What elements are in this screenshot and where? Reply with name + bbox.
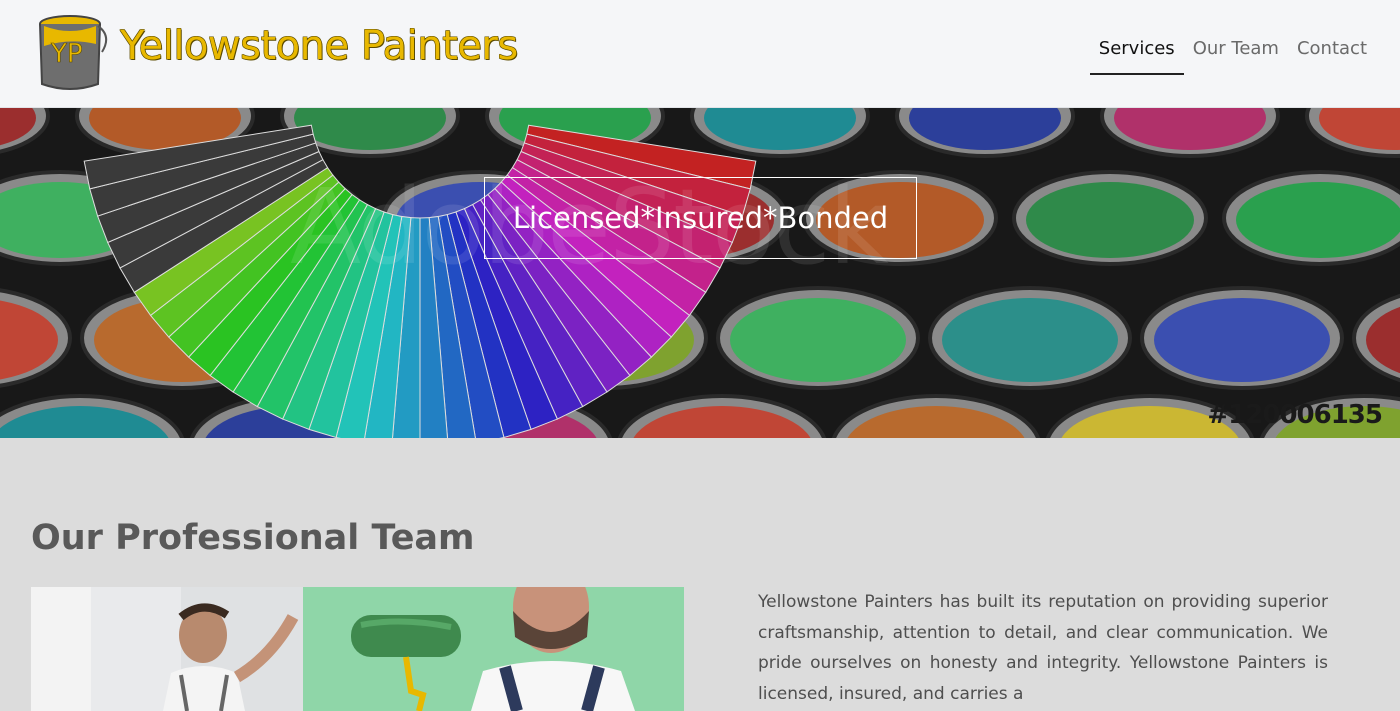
nav-our-team[interactable]: Our Team <box>1184 28 1288 75</box>
painters-photo-image <box>31 587 684 711</box>
brand-name: Yellowstone Painters <box>120 23 518 69</box>
logo-monogram: YP <box>50 39 83 69</box>
nav-services[interactable]: Services <box>1089 28 1184 75</box>
hero-tagline: Licensed*Insured*Bonded <box>512 201 889 235</box>
main-nav: Services Our Team Contact <box>1089 28 1376 75</box>
paint-surface <box>730 298 906 382</box>
site-header: YP Yellowstone Painters Services Our Tea… <box>0 0 1400 108</box>
paint-surface <box>942 298 1118 382</box>
paint-surface <box>1236 182 1400 258</box>
site-logo[interactable]: YP Yellowstone Painters <box>36 12 518 92</box>
stock-image-id: #120006135 <box>1207 400 1383 430</box>
tagline-box: Licensed*Insured*Bonded <box>484 177 917 259</box>
paint-surface <box>1154 298 1330 382</box>
team-photo <box>31 587 684 711</box>
nav-contact[interactable]: Contact <box>1288 28 1376 75</box>
hero-banner: AdobeStock Licensed*Insured*Bonded #1200… <box>0 108 1400 438</box>
team-description: Yellowstone Painters has built its reput… <box>758 592 1328 705</box>
section-title: Our Professional Team <box>31 518 475 558</box>
paint-can-logo-icon: YP <box>39 15 108 90</box>
paint-surface <box>1026 182 1194 258</box>
